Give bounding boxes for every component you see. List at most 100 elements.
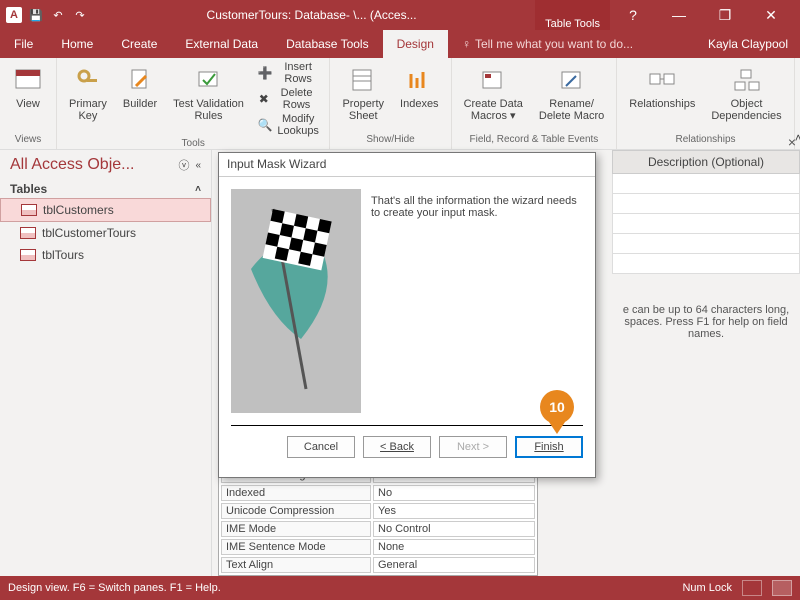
description-hint: e can be up to 64 characters long, space… xyxy=(612,274,800,370)
prop-row[interactable]: IME Sentence ModeNone xyxy=(221,539,535,555)
prop-value[interactable]: No xyxy=(373,485,535,501)
prop-name: Indexed xyxy=(221,485,371,501)
back-label: < Back xyxy=(380,441,414,453)
rename-delete-macro-button[interactable]: Rename/ Delete Macro xyxy=(533,60,610,126)
indexes-label: Indexes xyxy=(400,98,439,110)
prop-row[interactable]: Unicode CompressionYes xyxy=(221,503,535,519)
relationships-button[interactable]: Relationships xyxy=(623,60,701,114)
desc-row[interactable] xyxy=(612,234,800,254)
tab-design[interactable]: Design xyxy=(383,30,448,58)
relationships-label: Relationships xyxy=(629,98,695,110)
primary-key-label: Primary Key xyxy=(69,98,107,122)
primary-key-button[interactable]: Primary Key xyxy=(63,60,113,126)
prop-value[interactable]: Yes xyxy=(373,503,535,519)
status-bar: Design view. F6 = Switch panes. F1 = Hel… xyxy=(0,576,800,600)
help-button[interactable]: ? xyxy=(610,0,656,30)
tell-me-search[interactable]: Tell me what you want to do... xyxy=(473,30,647,58)
modify-lookups-label: Modify Lookups xyxy=(277,113,320,137)
tab-create[interactable]: Create xyxy=(107,30,171,58)
prop-row[interactable]: IndexedNo xyxy=(221,485,535,501)
property-sheet-label: Property Sheet xyxy=(342,98,384,122)
nav-item-tbltours[interactable]: tblTours xyxy=(0,244,211,266)
restore-button[interactable]: ❐ xyxy=(702,0,748,30)
close-button[interactable]: ✕ xyxy=(748,0,794,30)
window-controls: ? — ❐ ✕ xyxy=(610,0,794,30)
delete-rows-icon: ✖ xyxy=(258,91,270,107)
key-icon xyxy=(72,64,104,96)
nav-header[interactable]: All Access Obje... ⓥ « xyxy=(0,150,211,180)
nav-search-icon[interactable]: ⓥ xyxy=(178,157,189,173)
builder-button[interactable]: Builder xyxy=(117,60,163,114)
object-dependencies-label: Object Dependencies xyxy=(711,98,781,122)
nav-collapse-icon[interactable]: « xyxy=(195,160,201,171)
group-views: View Views xyxy=(0,58,57,149)
wizard-message: That's all the information the wizard ne… xyxy=(371,189,583,413)
prop-row[interactable]: IME ModeNo Control xyxy=(221,521,535,537)
quick-access: A 💾 ↶ ↷ xyxy=(6,7,88,23)
undo-icon[interactable]: ↶ xyxy=(50,7,66,23)
group-showhide: Property Sheet Indexes Show/Hide xyxy=(330,58,451,149)
desc-row[interactable] xyxy=(612,254,800,274)
validation-icon xyxy=(193,64,225,96)
tab-home[interactable]: Home xyxy=(47,30,107,58)
table-icon xyxy=(20,227,36,239)
group-relationships: Relationships Object Dependencies Relati… xyxy=(617,58,794,149)
test-validation-button[interactable]: Test Validation Rules xyxy=(167,60,250,126)
context-tab-label: Table Tools xyxy=(535,0,610,30)
nav-item-tblcustomers[interactable]: tblCustomers xyxy=(0,198,211,222)
back-button[interactable]: < Back xyxy=(363,436,431,458)
prop-value[interactable]: None xyxy=(373,539,535,555)
nav-item-label: tblCustomerTours xyxy=(42,226,136,240)
step-callout: 10 xyxy=(540,390,574,434)
save-icon[interactable]: 💾 xyxy=(28,7,44,23)
nav-item-tblcustomertours[interactable]: tblCustomerTours xyxy=(0,222,211,244)
table-icon xyxy=(20,249,36,261)
insert-rows-button[interactable]: ➕ Insert Rows xyxy=(254,60,324,86)
create-data-macros-button[interactable]: Create Data Macros ▾ xyxy=(458,60,529,126)
modify-lookups-button[interactable]: 🔍 Modify Lookups xyxy=(254,112,324,138)
nav-item-label: tblTours xyxy=(42,248,84,262)
wizard-title: Input Mask Wizard xyxy=(219,153,595,177)
numlock-indicator: Num Lock xyxy=(682,582,732,594)
desc-row[interactable] xyxy=(612,194,800,214)
tab-file[interactable]: File xyxy=(0,30,47,58)
close-object-button[interactable]: × xyxy=(788,134,796,150)
delete-rows-label: Delete Rows xyxy=(274,87,320,111)
view-icon xyxy=(12,64,44,96)
builder-icon xyxy=(124,64,156,96)
group-showhide-label: Show/Hide xyxy=(336,134,444,147)
indexes-button[interactable]: Indexes xyxy=(394,60,445,114)
callout-number: 10 xyxy=(540,390,574,424)
nav-title: All Access Obje... xyxy=(10,156,178,174)
tab-external-data[interactable]: External Data xyxy=(171,30,272,58)
desc-row[interactable] xyxy=(612,214,800,234)
prop-value[interactable]: No Control xyxy=(373,521,535,537)
group-views-label: Views xyxy=(6,134,50,147)
macros-icon xyxy=(477,64,509,96)
redo-icon[interactable]: ↷ xyxy=(72,7,88,23)
description-column: Description (Optional) e can be up to 64… xyxy=(612,150,800,370)
status-text: Design view. F6 = Switch panes. F1 = Hel… xyxy=(8,582,221,594)
object-dependencies-button[interactable]: Object Dependencies xyxy=(705,60,787,126)
datasheet-view-icon[interactable] xyxy=(742,580,762,596)
group-events-label: Field, Record & Table Events xyxy=(458,134,611,147)
navigation-pane: All Access Obje... ⓥ « Tables ˄ tblCusto… xyxy=(0,150,212,576)
view-button[interactable]: View xyxy=(6,60,50,114)
nav-section-tables[interactable]: Tables ˄ xyxy=(0,180,211,198)
finish-button[interactable]: Finish xyxy=(515,436,583,458)
tab-database-tools[interactable]: Database Tools xyxy=(272,30,383,58)
callout-tail xyxy=(549,422,565,434)
next-button: Next > xyxy=(439,436,507,458)
design-view-icon[interactable] xyxy=(772,580,792,596)
desc-row[interactable] xyxy=(612,174,800,194)
app-icon: A xyxy=(6,7,22,23)
prop-value[interactable]: General xyxy=(373,557,535,573)
relationships-icon xyxy=(646,64,678,96)
user-label[interactable]: Kayla Claypool xyxy=(708,37,800,51)
minimize-button[interactable]: — xyxy=(656,0,702,30)
property-sheet-button[interactable]: Property Sheet xyxy=(336,60,390,126)
table-icon xyxy=(21,204,37,216)
cancel-button[interactable]: Cancel xyxy=(287,436,355,458)
prop-row[interactable]: Text AlignGeneral xyxy=(221,557,535,573)
delete-rows-button[interactable]: ✖ Delete Rows xyxy=(254,86,324,112)
